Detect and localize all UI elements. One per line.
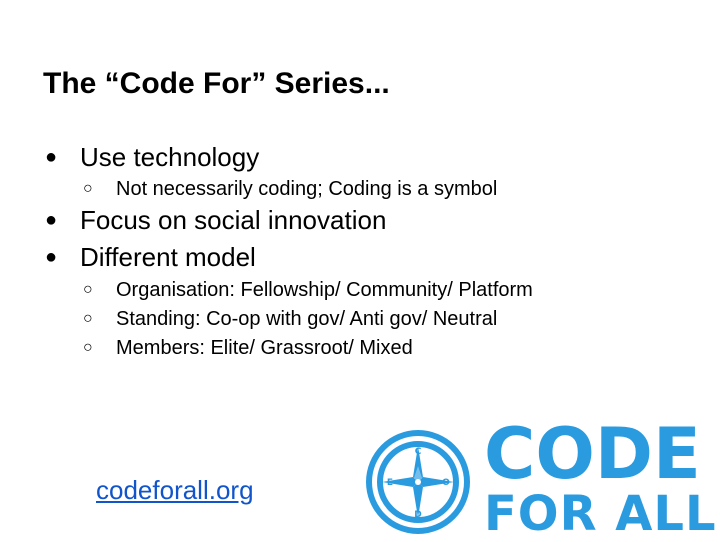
- list-item-text: Not necessarily coding; Coding is a symb…: [116, 178, 498, 200]
- bullet-filled-icon: ●: [45, 146, 58, 168]
- list-item-text: Members: Elite/ Grassroot/ Mixed: [116, 337, 413, 359]
- list-item-text: Organisation: Fellowship/ Community/ Pla…: [116, 279, 533, 301]
- bullet-hollow-icon: ○: [83, 310, 93, 327]
- bullet-filled-icon: ●: [45, 209, 58, 231]
- slide-title: The “Code For” Series...: [43, 67, 390, 100]
- codeforall-link[interactable]: codeforall.org: [96, 474, 254, 506]
- logo-word-code: CODE: [484, 413, 701, 495]
- compass-icon: C E O D: [366, 430, 470, 534]
- bullet-hollow-icon: ○: [83, 281, 93, 298]
- code-for-all-logo: C E O D CODE FOR ALL: [362, 414, 720, 542]
- compass-letter-n: C: [415, 447, 422, 457]
- list-item-text: Different model: [80, 242, 256, 272]
- compass-letter-w: E: [387, 478, 393, 488]
- list-item-text: Focus on social innovation: [80, 205, 387, 235]
- list-item-text: Standing: Co-op with gov/ Anti gov/ Neut…: [116, 308, 498, 330]
- compass-letter-s: D: [414, 510, 421, 520]
- compass-letter-e: O: [442, 478, 450, 488]
- bullet-hollow-icon: ○: [83, 339, 93, 356]
- list-item-text: Use technology: [80, 142, 260, 172]
- slide: The “Code For” Series... ● Use technolog…: [0, 0, 720, 542]
- logo-word-for-all: FOR ALL: [484, 486, 717, 542]
- bullet-hollow-icon: ○: [83, 180, 93, 197]
- bullet-filled-icon: ●: [45, 246, 58, 268]
